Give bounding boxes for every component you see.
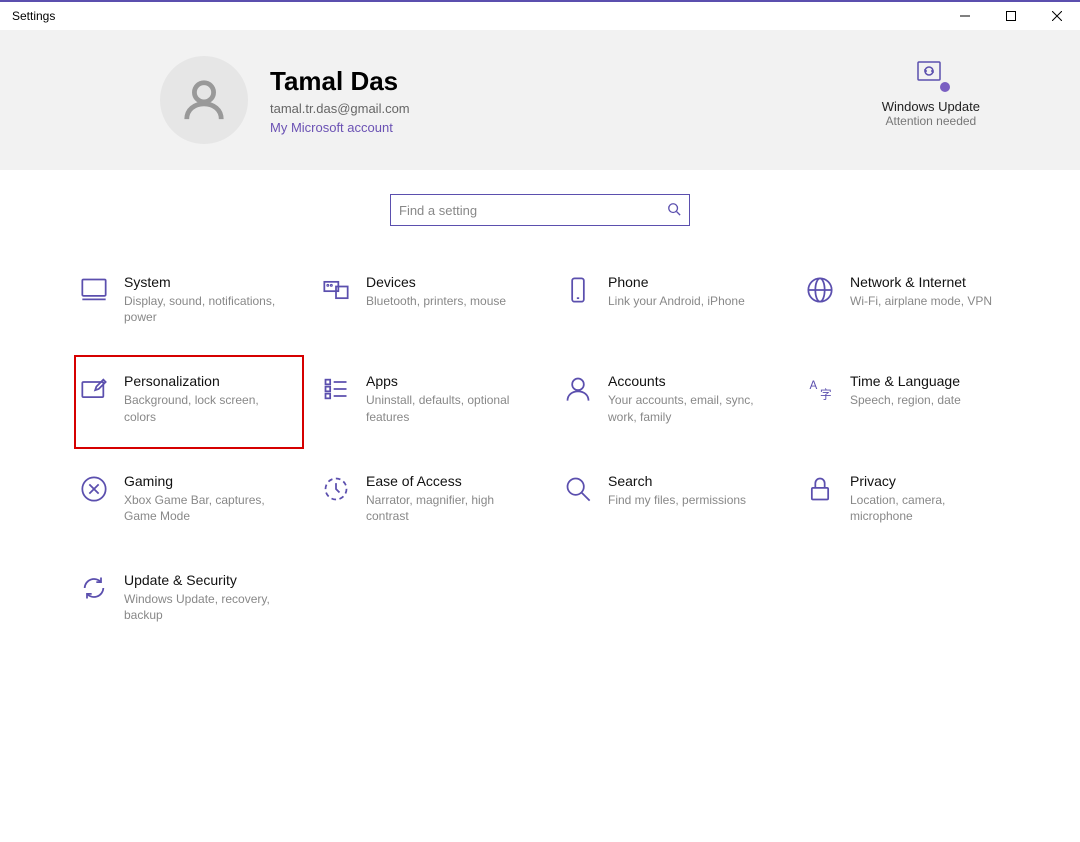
apps-icon — [320, 373, 352, 405]
devices-icon — [320, 274, 352, 306]
user-email: tamal.tr.das@gmail.com — [270, 101, 410, 116]
search-icon — [667, 202, 681, 219]
tile-accounts[interactable]: Accounts Your accounts, email, sync, wor… — [558, 369, 788, 428]
search-box[interactable] — [390, 194, 690, 226]
svg-text:A: A — [810, 379, 818, 392]
personalization-icon — [78, 373, 110, 405]
tile-apps[interactable]: Apps Uninstall, defaults, optional featu… — [316, 369, 546, 428]
tile-network[interactable]: Network & Internet Wi-Fi, airplane mode,… — [800, 270, 1030, 329]
tile-title: Privacy — [850, 473, 1010, 489]
tile-title: Time & Language — [850, 373, 961, 389]
search-row — [0, 170, 1080, 250]
tile-devices[interactable]: Devices Bluetooth, printers, mouse — [316, 270, 546, 329]
tile-desc: Speech, region, date — [850, 392, 961, 408]
windows-update-block[interactable]: Windows Update Attention needed — [882, 60, 980, 128]
phone-icon — [562, 274, 594, 306]
tile-gaming[interactable]: Gaming Xbox Game Bar, captures, Game Mod… — [74, 469, 304, 528]
tile-desc: Bluetooth, printers, mouse — [366, 293, 506, 309]
close-button[interactable] — [1034, 2, 1080, 30]
header: Tamal Das tamal.tr.das@gmail.com My Micr… — [0, 30, 1080, 170]
ease-of-access-icon — [320, 473, 352, 505]
tile-desc: Uninstall, defaults, optional features — [366, 392, 526, 424]
update-security-icon — [78, 572, 110, 604]
tile-title: Gaming — [124, 473, 284, 489]
windows-update-subtitle: Attention needed — [885, 114, 976, 128]
avatar[interactable] — [160, 56, 248, 144]
close-icon — [1052, 11, 1062, 21]
tile-title: Search — [608, 473, 746, 489]
tile-desc: Xbox Game Bar, captures, Game Mode — [124, 492, 284, 524]
tile-ease-of-access[interactable]: Ease of Access Narrator, magnifier, high… — [316, 469, 546, 528]
tile-title: Update & Security — [124, 572, 284, 588]
tile-desc: Windows Update, recovery, backup — [124, 591, 284, 623]
titlebar: Settings — [0, 0, 1080, 30]
search-input[interactable] — [399, 203, 667, 218]
privacy-icon — [804, 473, 836, 505]
tile-desc: Location, camera, microphone — [850, 492, 1010, 524]
tile-system[interactable]: System Display, sound, notifications, po… — [74, 270, 304, 329]
accounts-icon — [562, 373, 594, 405]
network-icon — [804, 274, 836, 306]
tile-title: Personalization — [124, 373, 284, 389]
tile-update-security[interactable]: Update & Security Windows Update, recove… — [74, 568, 304, 627]
tile-personalization[interactable]: Personalization Background, lock screen,… — [74, 355, 304, 448]
svg-text:字: 字 — [820, 388, 832, 402]
windows-update-icon — [915, 60, 947, 91]
user-icon — [181, 77, 227, 123]
tile-search[interactable]: Search Find my files, permissions — [558, 469, 788, 528]
minimize-button[interactable] — [942, 2, 988, 30]
tile-title: Phone — [608, 274, 745, 290]
maximize-button[interactable] — [988, 2, 1034, 30]
time-language-icon: A字 — [804, 373, 836, 405]
tile-time[interactable]: A字 Time & Language Speech, region, date — [800, 369, 1030, 428]
tile-desc: Narrator, magnifier, high contrast — [366, 492, 526, 524]
tile-title: Ease of Access — [366, 473, 526, 489]
minimize-icon — [960, 11, 970, 21]
tile-desc: Wi-Fi, airplane mode, VPN — [850, 293, 992, 309]
tile-desc: Display, sound, notifications, power — [124, 293, 284, 325]
search-tile-icon — [562, 473, 594, 505]
tile-desc: Your accounts, email, sync, work, family — [608, 392, 768, 424]
system-icon — [78, 274, 110, 306]
maximize-icon — [1006, 11, 1016, 21]
tile-desc: Link your Android, iPhone — [608, 293, 745, 309]
tile-title: Devices — [366, 274, 506, 290]
windows-update-title: Windows Update — [882, 99, 980, 114]
tile-privacy[interactable]: Privacy Location, camera, microphone — [800, 469, 1030, 528]
tile-title: Apps — [366, 373, 526, 389]
window-title: Settings — [12, 9, 55, 23]
tile-desc: Background, lock screen, colors — [124, 392, 284, 424]
tile-desc: Find my files, permissions — [608, 492, 746, 508]
user-name: Tamal Das — [270, 66, 410, 97]
ms-account-link[interactable]: My Microsoft account — [270, 120, 410, 135]
tile-title: Network & Internet — [850, 274, 992, 290]
settings-grid: System Display, sound, notifications, po… — [0, 250, 1080, 628]
tile-title: Accounts — [608, 373, 768, 389]
gaming-icon — [78, 473, 110, 505]
user-block: Tamal Das tamal.tr.das@gmail.com My Micr… — [270, 66, 410, 135]
tile-title: System — [124, 274, 284, 290]
window-controls — [942, 2, 1080, 30]
status-dot-icon — [939, 81, 951, 93]
tile-phone[interactable]: Phone Link your Android, iPhone — [558, 270, 788, 329]
